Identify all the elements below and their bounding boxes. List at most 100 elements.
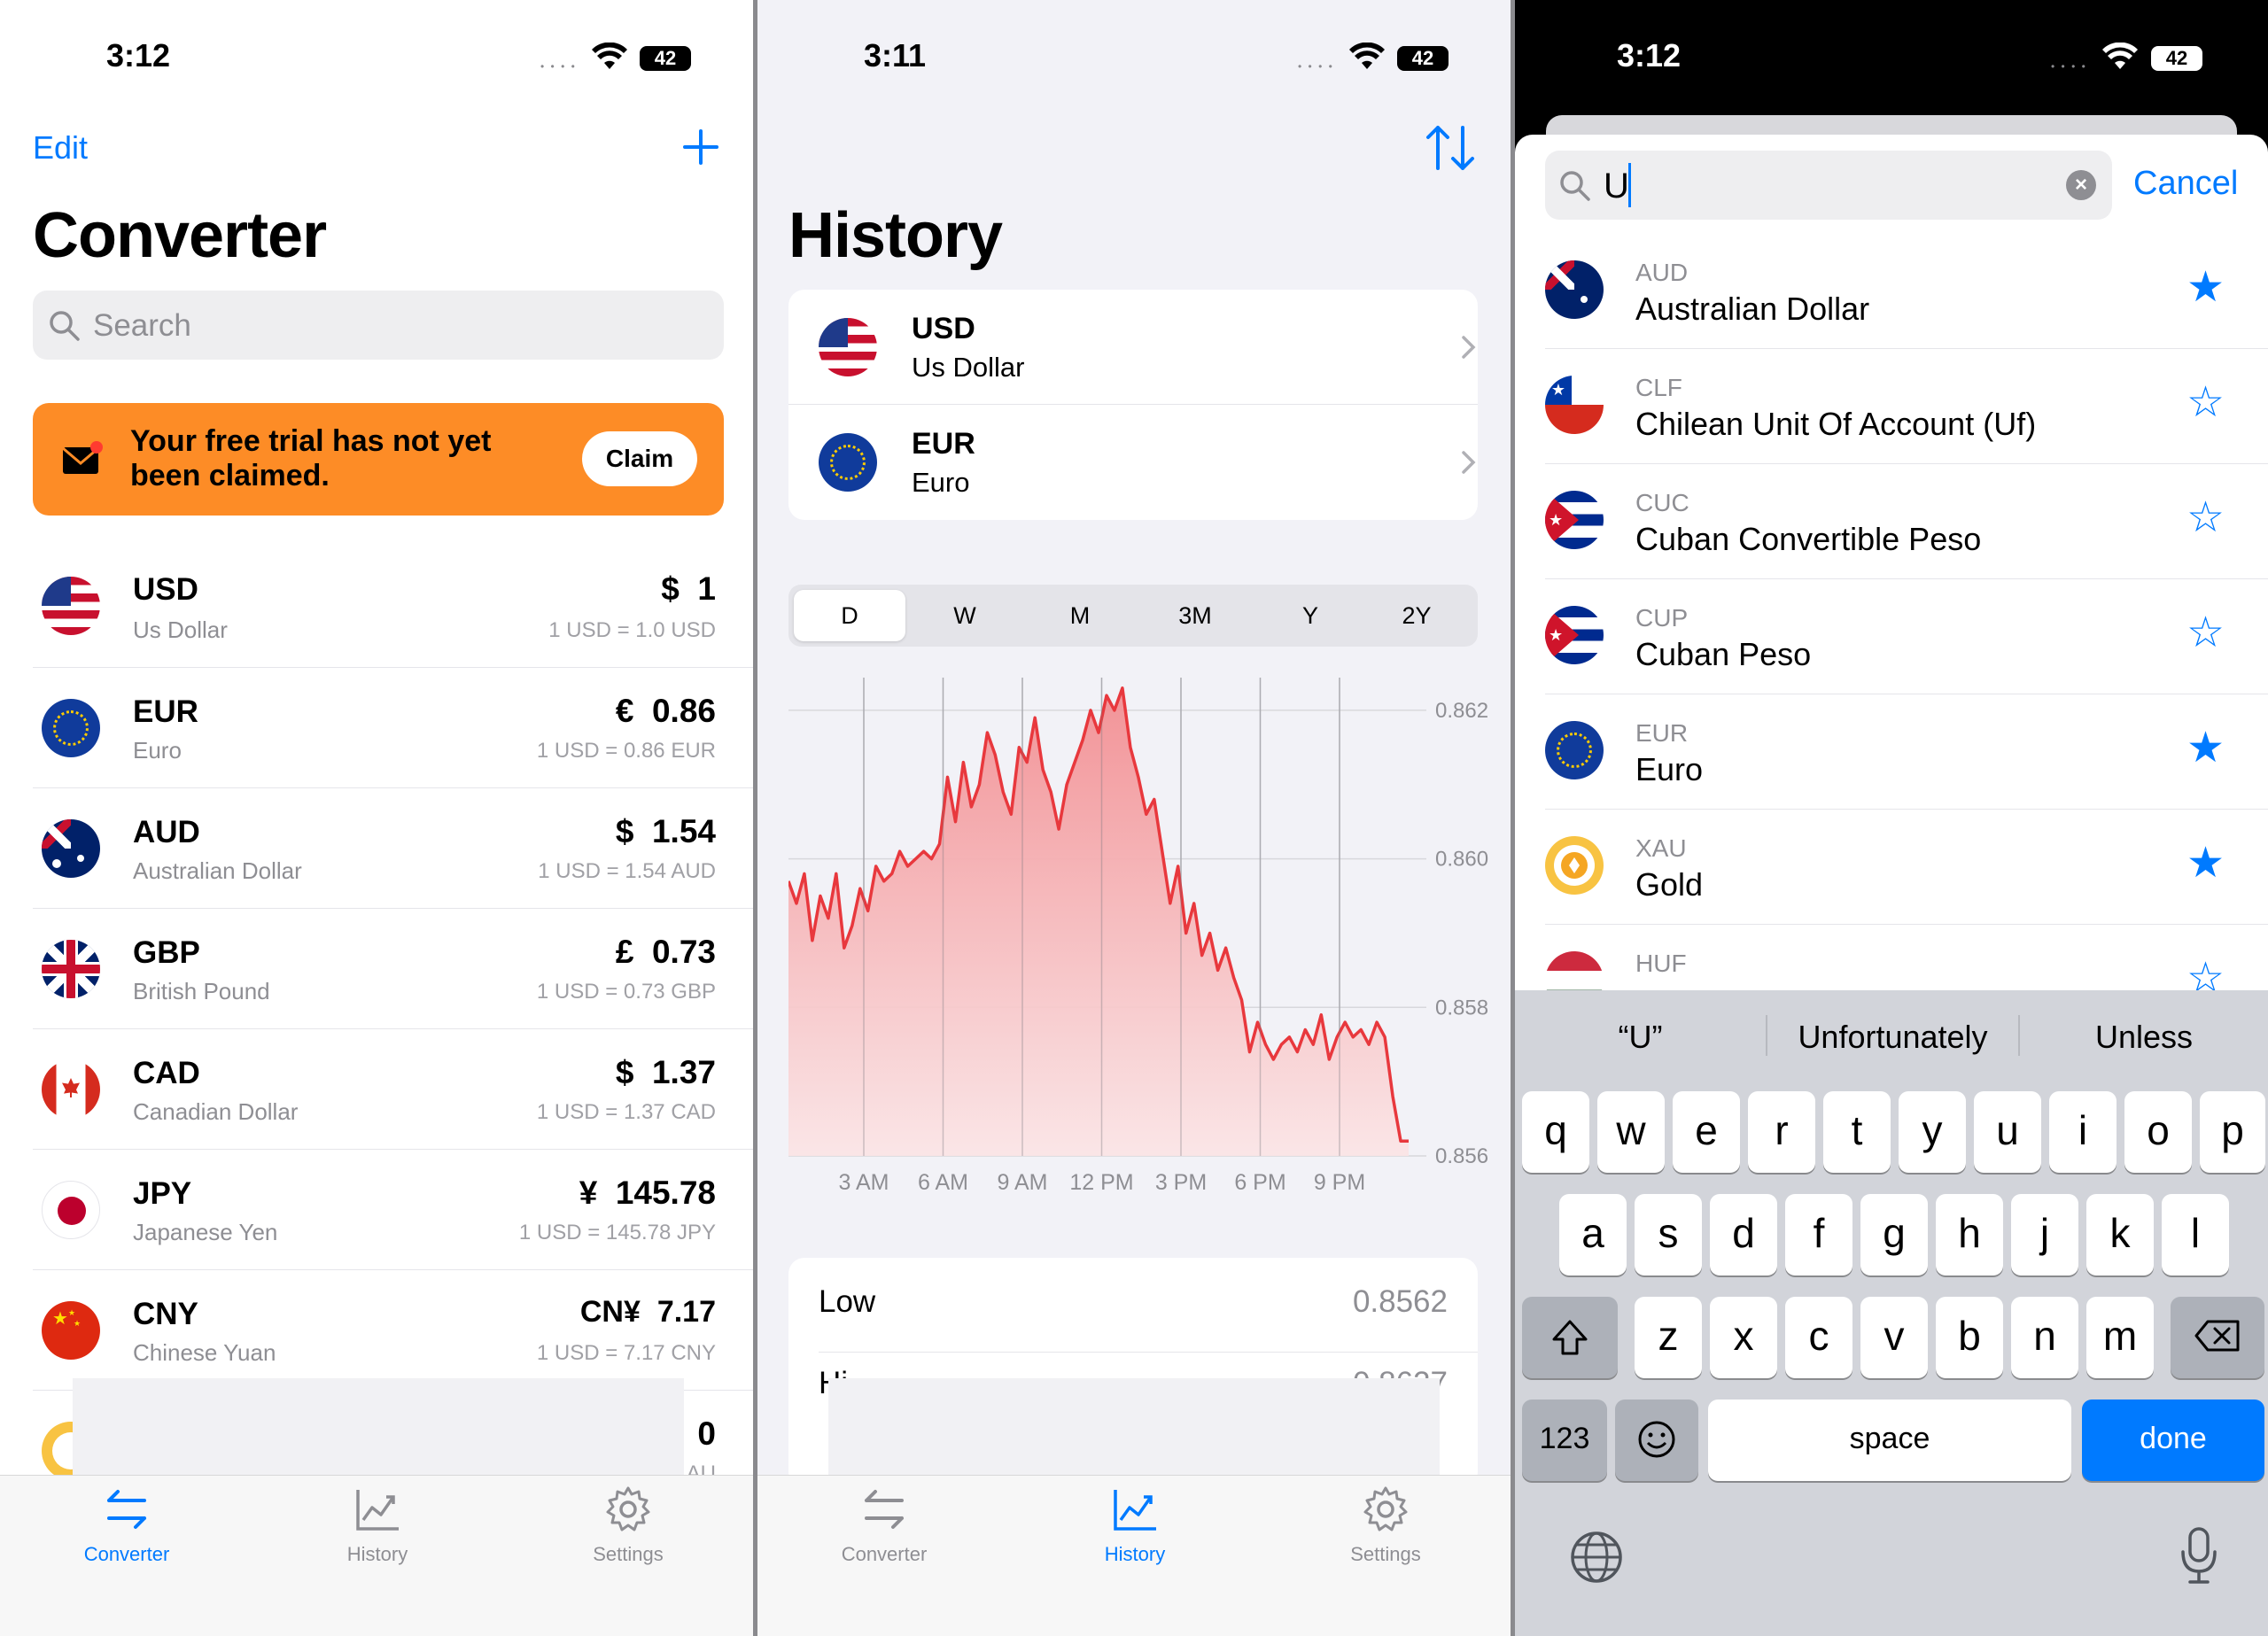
claim-button[interactable]: Claim: [582, 431, 697, 486]
range-2y[interactable]: 2Y: [1361, 590, 1472, 641]
key-f[interactable]: f: [1785, 1194, 1852, 1275]
chart-icon: [1114, 1490, 1156, 1531]
key-l[interactable]: l: [2162, 1194, 2229, 1275]
star-outline-icon[interactable]: ☆: [2186, 608, 2225, 657]
currency-amount[interactable]: $ 1.37: [616, 1054, 716, 1091]
add-icon[interactable]: [682, 128, 719, 166]
currency-name: Us Dollar: [133, 616, 228, 643]
eu-flag-icon: [819, 433, 877, 492]
tab-settings[interactable]: Settings: [1315, 1485, 1456, 1566]
star-outline-icon[interactable]: ☆: [2186, 377, 2225, 427]
range-m[interactable]: M: [1024, 590, 1136, 641]
star-filled-icon[interactable]: ★: [2186, 723, 2225, 772]
emoji-key[interactable]: [1615, 1400, 1698, 1481]
key-v[interactable]: v: [1860, 1297, 1928, 1378]
result-row-clf[interactable]: ★ CLF Chilean Unit Of Account (Uf) ☆: [1545, 349, 2268, 464]
key-j[interactable]: j: [2011, 1194, 2078, 1275]
microphone-icon[interactable]: [2178, 1525, 2220, 1587]
key-b[interactable]: b: [1936, 1297, 2003, 1378]
suggestion-2[interactable]: Unfortunately: [1767, 1019, 2018, 1056]
key-n[interactable]: n: [2011, 1297, 2078, 1378]
result-row-xau[interactable]: XAU Gold ★: [1545, 810, 2268, 925]
tab-history[interactable]: History: [1064, 1485, 1206, 1566]
key-g[interactable]: g: [1860, 1194, 1928, 1275]
key-x[interactable]: x: [1710, 1297, 1777, 1378]
space-key[interactable]: space: [1708, 1400, 2071, 1481]
free-trial-banner[interactable]: Your free trial has not yet been claimed…: [33, 403, 724, 516]
currency-amount[interactable]: ¥ 145.78: [579, 1175, 716, 1212]
globe-icon[interactable]: [1568, 1529, 1625, 1586]
swap-pair-icon[interactable]: [1424, 124, 1477, 172]
tab-converter[interactable]: Converter: [813, 1485, 955, 1566]
star-filled-icon[interactable]: ★: [2186, 262, 2225, 312]
result-row-aud[interactable]: AUD Australian Dollar ★: [1545, 234, 2268, 349]
key-w[interactable]: w: [1597, 1091, 1665, 1173]
key-t[interactable]: t: [1823, 1091, 1891, 1173]
search-input-value[interactable]: U: [1604, 167, 1629, 206]
low-value: 0.8562: [1352, 1284, 1448, 1319]
currency-value: 7.17: [656, 1295, 716, 1329]
result-row-cup[interactable]: ★ CUP Cuban Peso ☆: [1545, 579, 2268, 694]
star-outline-icon[interactable]: ☆: [2186, 492, 2225, 542]
clear-icon[interactable]: ×: [2066, 170, 2096, 200]
key-z[interactable]: z: [1635, 1297, 1702, 1378]
range-y[interactable]: Y: [1254, 590, 1366, 641]
range-w[interactable]: W: [909, 590, 1021, 641]
add-currency-sheet-screen: 3:12 • • • • 42 U × Cancel AUD Australia…: [1515, 0, 2268, 1636]
key-a[interactable]: a: [1559, 1194, 1627, 1275]
cancel-button[interactable]: Cancel: [2133, 165, 2238, 203]
done-key[interactable]: done: [2082, 1400, 2264, 1481]
key-c[interactable]: c: [1785, 1297, 1852, 1378]
key-p[interactable]: p: [2200, 1091, 2265, 1173]
result-name: Euro: [1635, 751, 1704, 787]
key-q[interactable]: q: [1522, 1091, 1589, 1173]
currency-amount[interactable]: CN¥ 7.17: [580, 1295, 716, 1330]
key-s[interactable]: s: [1635, 1194, 1702, 1275]
range-3m[interactable]: 3M: [1139, 590, 1251, 641]
result-row-cuc[interactable]: ★ CUC Cuban Convertible Peso ☆: [1545, 464, 2268, 579]
key-k[interactable]: k: [2086, 1194, 2154, 1275]
currency-row-eur[interactable]: EUR Euro € 0.86 1 USD = 0.86 EUR: [33, 668, 753, 788]
currency-row-cad[interactable]: CAD Canadian Dollar $ 1.37 1 USD = 1.37 …: [33, 1029, 753, 1150]
shift-key[interactable]: [1522, 1297, 1618, 1378]
edit-button[interactable]: Edit: [33, 129, 88, 167]
search-field[interactable]: Search: [33, 291, 724, 360]
key-r[interactable]: r: [1748, 1091, 1815, 1173]
currency-row-usd[interactable]: USD Us Dollar $ 1 1 USD = 1.0 USD: [33, 547, 753, 668]
delete-key[interactable]: [2171, 1297, 2264, 1378]
key-u[interactable]: u: [1974, 1091, 2041, 1173]
cellular-signal-icon: • • • •: [2051, 60, 2087, 73]
key-o[interactable]: o: [2124, 1091, 2192, 1173]
currency-row-aud[interactable]: AUD Australian Dollar $ 1.54 1 USD = 1.5…: [33, 788, 753, 909]
range-d[interactable]: D: [794, 590, 905, 641]
x-tick-label: 3 AM: [839, 1170, 889, 1195]
result-row-eur[interactable]: EUR Euro ★: [1545, 694, 2268, 810]
search-field[interactable]: U ×: [1545, 151, 2112, 220]
suggestion-3[interactable]: Unless: [2020, 1019, 2268, 1056]
key-m[interactable]: m: [2086, 1297, 2154, 1378]
currency-amount[interactable]: $ 1: [661, 570, 716, 608]
tab-settings[interactable]: Settings: [557, 1485, 699, 1566]
cellular-signal-icon: • • • •: [1298, 60, 1334, 73]
numbers-key[interactable]: 123: [1522, 1400, 1607, 1481]
currency-row-jpy[interactable]: JPY Japanese Yen ¥ 145.78 1 USD = 145.78…: [33, 1150, 753, 1270]
currency-row-gbp[interactable]: GBP British Pound £ 0.73 1 USD = 0.73 GB…: [33, 909, 753, 1029]
key-d[interactable]: d: [1710, 1194, 1777, 1275]
usa-flag-icon: [42, 577, 100, 635]
pair-row-eur[interactable]: EUR Euro: [788, 405, 1478, 520]
key-i[interactable]: i: [2049, 1091, 2117, 1173]
pair-row-usd[interactable]: USD Us Dollar: [788, 290, 1478, 405]
status-bar: 3:12 • • • • 42: [0, 0, 753, 115]
tab-history[interactable]: History: [307, 1485, 448, 1566]
key-e[interactable]: e: [1673, 1091, 1740, 1173]
key-h[interactable]: h: [1936, 1194, 2003, 1275]
suggestion-1[interactable]: “U”: [1515, 1019, 1766, 1056]
currency-amount[interactable]: € 0.86: [616, 693, 716, 730]
currency-amount[interactable]: $ 1.54: [616, 813, 716, 850]
tab-converter[interactable]: Converter: [56, 1485, 198, 1566]
gear-icon: [606, 1486, 650, 1531]
star-filled-icon[interactable]: ★: [2186, 838, 2225, 888]
currency-amount[interactable]: £ 0.73: [616, 934, 716, 971]
currency-row-cny[interactable]: ★ ★ ★ CNY Chinese Yuan CN¥ 7.17 1 USD = 7.…: [33, 1270, 753, 1391]
key-y[interactable]: y: [1899, 1091, 1966, 1173]
